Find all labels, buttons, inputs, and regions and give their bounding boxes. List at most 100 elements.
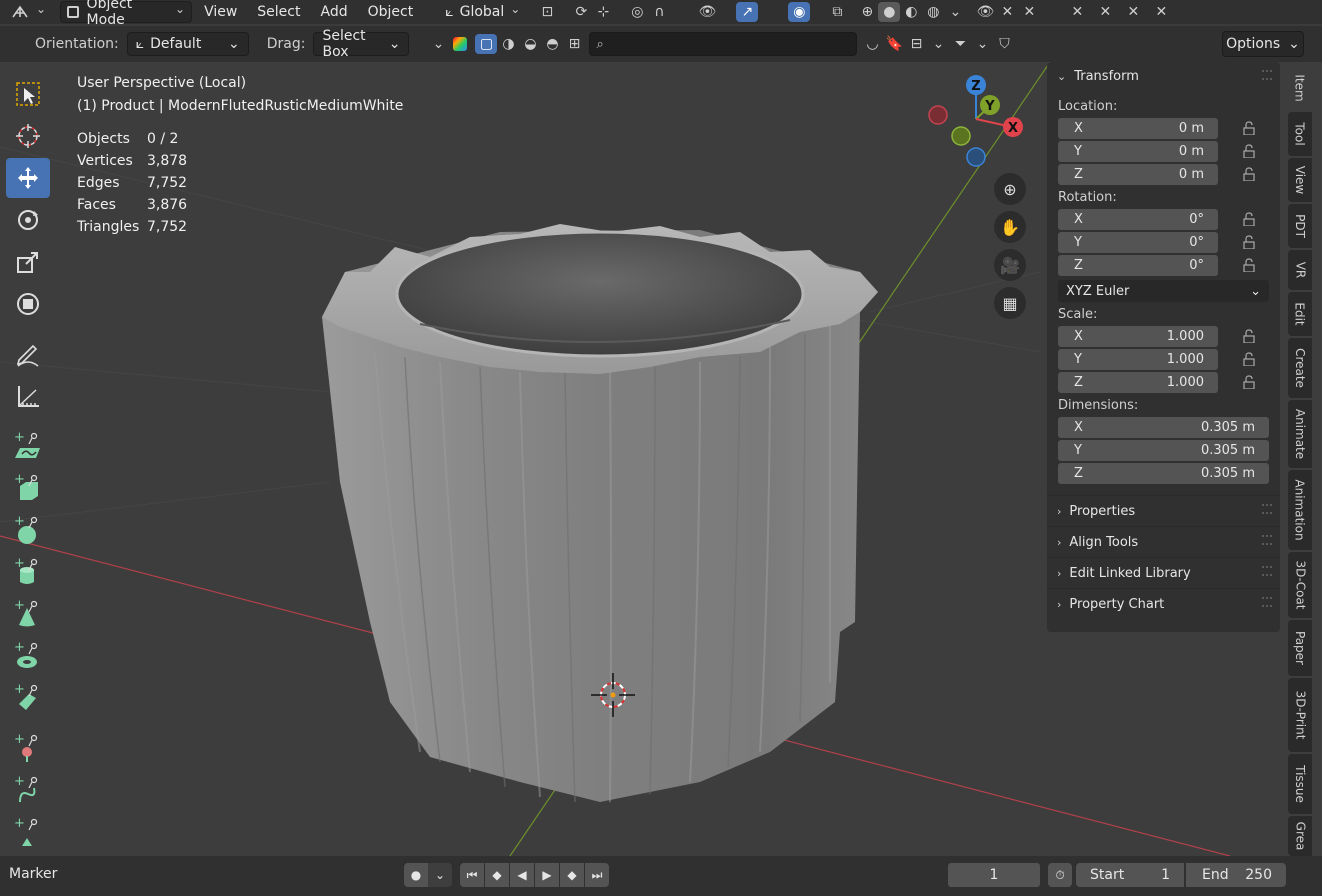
lock-icon[interactable] <box>1242 121 1256 135</box>
add-grid-tool[interactable]: + <box>6 678 50 718</box>
visibility-eye-icon[interactable]: 👁 <box>696 2 718 22</box>
tab-edit[interactable]: Edit <box>1288 292 1312 336</box>
drag-grip-icon[interactable] <box>1262 504 1272 514</box>
add-curve-tool[interactable]: + <box>6 770 50 810</box>
end-frame-field[interactable]: End 250 <box>1186 863 1286 887</box>
lock-icon[interactable] <box>1242 352 1256 366</box>
chevron-down-icon[interactable]: ⌄ <box>927 34 949 54</box>
tab-3d-coat[interactable]: 3D-Coat <box>1288 552 1312 618</box>
chevron-down-icon[interactable]: ⌄ <box>428 863 452 887</box>
annotate-tool[interactable] <box>6 334 50 374</box>
chevron-down-icon[interactable]: ⌄ <box>427 34 449 54</box>
tab-pdt[interactable]: PDT <box>1288 204 1312 248</box>
menu-view[interactable]: View <box>198 1 243 23</box>
tab-view[interactable]: View <box>1288 158 1312 202</box>
rendered-shading-icon[interactable]: ◍ <box>922 2 944 22</box>
lock-icon[interactable] <box>1242 167 1256 181</box>
pivot-point-icon[interactable]: ⊡ <box>536 2 558 22</box>
drag-grip-icon[interactable] <box>1262 597 1272 607</box>
lock-icon[interactable] <box>1242 235 1256 249</box>
bookmark-icon[interactable]: 🔖 <box>883 34 905 54</box>
select-mode-intersect-icon[interactable]: ⊞ <box>563 34 585 54</box>
select-mode-subtract-icon[interactable]: ◒ <box>519 34 541 54</box>
add-cylinder-tool[interactable]: + <box>6 552 50 592</box>
zoom-icon[interactable]: ⊕ <box>994 173 1026 205</box>
tab-animation[interactable]: Animation <box>1288 470 1312 550</box>
layout-icon[interactable]: ⊟ <box>905 34 927 54</box>
color-cube-icon[interactable] <box>449 34 471 54</box>
cursor-tool[interactable] <box>6 116 50 156</box>
add-torus-tool[interactable]: + <box>6 636 50 676</box>
next-keyframe-icon[interactable]: ◆ <box>560 863 584 887</box>
solid-shading-icon[interactable]: ● <box>878 2 901 22</box>
marker-menu[interactable]: Marker <box>9 866 57 882</box>
fluted-pot-mesh[interactable] <box>322 224 878 803</box>
lock-icon[interactable] <box>1242 329 1256 343</box>
rotate-tool[interactable] <box>6 200 50 240</box>
shield-icon[interactable]: ⛉ <box>993 34 1015 54</box>
menu-select[interactable]: Select <box>251 1 306 23</box>
transform-panel-header[interactable]: ⌄ Transform <box>1047 62 1280 90</box>
add-object-tool[interactable]: + <box>6 728 50 768</box>
rotation-z-field[interactable]: Z 0° <box>1058 255 1218 276</box>
add-sphere-tool[interactable]: + <box>6 510 50 550</box>
start-frame-field[interactable]: Start 1 <box>1076 863 1184 887</box>
select-box-tool[interactable] <box>6 74 50 114</box>
transform-tool[interactable] <box>6 284 50 324</box>
tab-animate[interactable]: Animate <box>1288 400 1312 468</box>
drag-dropdown[interactable]: Select Box ⌄ <box>313 28 410 60</box>
add-cube-tool[interactable]: + <box>6 468 50 508</box>
jump-start-icon[interactable]: ⏮ <box>460 863 484 887</box>
tab-item[interactable]: Item <box>1288 66 1312 110</box>
menu-add[interactable]: Add <box>315 1 354 23</box>
add-plane-tool[interactable]: + <box>6 426 50 466</box>
shading-options-icon[interactable]: ⌄ <box>944 2 966 22</box>
move-tool[interactable] <box>6 158 50 198</box>
options-button[interactable]: Options ⌄ <box>1222 31 1304 57</box>
select-mode-new-icon[interactable]: ▢ <box>475 34 498 54</box>
tab-create[interactable]: Create <box>1288 338 1312 398</box>
hide-toggle-icon[interactable]: 👁 <box>974 2 996 22</box>
close-x-icon[interactable]: ✕ <box>996 2 1018 22</box>
scale-z-field[interactable]: Z 1.000 <box>1058 372 1218 393</box>
tab-3d-print[interactable]: 3D-Print <box>1288 678 1312 752</box>
perspective-grid-icon[interactable]: ▦ <box>994 287 1026 319</box>
tab-vr[interactable]: VR <box>1288 250 1312 290</box>
prev-keyframe-icon[interactable]: ◆ <box>485 863 509 887</box>
camera-view-icon[interactable]: 🎥 <box>994 249 1026 281</box>
rotation-x-field[interactable]: X 0° <box>1058 209 1218 230</box>
location-z-field[interactable]: Z0 m <box>1058 164 1218 185</box>
measure-tool[interactable] <box>6 376 50 416</box>
add-extra-tool[interactable]: + <box>6 812 50 852</box>
lock-icon[interactable] <box>1242 144 1256 158</box>
gizmo-toggle-icon[interactable]: ↗ <box>736 2 759 22</box>
tab-tool[interactable]: Tool <box>1288 112 1312 156</box>
drag-grip-icon[interactable] <box>1262 535 1272 545</box>
snap-toggle-icon[interactable]: ⟳ <box>570 2 592 22</box>
close-x-icon[interactable]: ✕ <box>1150 2 1172 22</box>
drag-grip-icon[interactable] <box>1262 70 1272 80</box>
location-y-field[interactable]: Y0 m <box>1058 141 1218 162</box>
tab-paper[interactable]: Paper <box>1288 620 1312 676</box>
falloff-icon[interactable]: ∩ <box>648 2 670 22</box>
close-x-icon[interactable]: ✕ <box>1018 2 1040 22</box>
close-x-icon[interactable]: ✕ <box>1066 2 1088 22</box>
location-x-field[interactable]: X0 m <box>1058 118 1218 139</box>
properties-panel-header[interactable]: › Properties <box>1047 496 1280 527</box>
chevron-down-icon[interactable]: ⌄ <box>971 34 993 54</box>
scale-tool[interactable] <box>6 242 50 282</box>
xray-toggle-icon[interactable]: ⧉ <box>826 2 848 22</box>
record-keyframe-icon[interactable]: ● <box>404 863 428 887</box>
proportional-edit-icon[interactable]: ◎ <box>626 2 648 22</box>
rotation-mode-dropdown[interactable]: XYZ Euler ⌄ <box>1058 280 1269 302</box>
pan-hand-icon[interactable]: ✋ <box>994 211 1026 243</box>
select-mode-invert-icon[interactable]: ◓ <box>541 34 563 54</box>
mode-selector[interactable]: Object Mode <box>60 0 193 28</box>
search-input[interactable]: ⌕ <box>589 32 858 56</box>
jump-end-icon[interactable]: ⏭ <box>585 863 609 887</box>
scale-y-field[interactable]: Y 1.000 <box>1058 349 1218 370</box>
stopwatch-icon[interactable]: ⏱ <box>1048 863 1072 887</box>
scale-x-field[interactable]: X 1.000 <box>1058 326 1218 347</box>
dimensions-x-field[interactable]: X 0.305 m <box>1058 417 1269 438</box>
orientation-dropdown[interactable]: ⟀ Default ⌄ <box>126 32 249 56</box>
